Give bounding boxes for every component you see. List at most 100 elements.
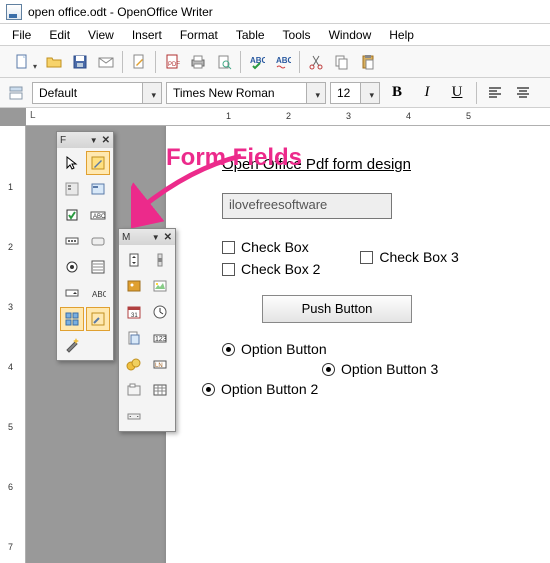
title-bar: open office.odt - OpenOffice Writer: [0, 0, 550, 24]
palette-close-icon[interactable]: ✕: [164, 232, 172, 243]
svg-text:ABC: ABC: [93, 214, 106, 220]
checkbox-icon: [360, 251, 373, 264]
align-left-button[interactable]: [483, 81, 507, 105]
form-checkbox-1[interactable]: Check Box: [222, 239, 320, 255]
image-button-icon[interactable]: [122, 274, 146, 298]
more-controls-icon[interactable]: [60, 307, 84, 331]
menu-edit[interactable]: Edit: [41, 26, 78, 44]
svg-text:ABC: ABC: [250, 56, 265, 65]
menu-tools[interactable]: Tools: [275, 26, 319, 44]
formatting-toolbar: Default▾ Times New Roman▾ 12▾ B I U: [0, 78, 550, 108]
more-controls-palette[interactable]: M ▼ ✕ 31 123 LN: [118, 228, 176, 432]
group-box-icon[interactable]: [122, 378, 146, 402]
styles-button[interactable]: [4, 81, 28, 105]
document-page[interactable]: Open Office Pdf form design ilovefreesof…: [166, 126, 550, 563]
font-size-combo[interactable]: 12▾: [330, 82, 380, 104]
palette-close-icon[interactable]: ✕: [102, 135, 110, 146]
combobox-tool-icon[interactable]: [60, 281, 84, 305]
pushbutton-tool-icon[interactable]: [86, 229, 110, 253]
export-pdf-button[interactable]: PDF: [160, 50, 184, 74]
annotation-label: Form Fields: [166, 144, 302, 172]
menu-table[interactable]: Table: [228, 26, 273, 44]
listbox-tool-icon[interactable]: [86, 255, 110, 279]
form-design-icon[interactable]: [86, 307, 110, 331]
bold-button[interactable]: B: [384, 81, 410, 105]
image-control-icon[interactable]: [148, 274, 172, 298]
palette-title: F: [60, 135, 90, 146]
form-radio-2[interactable]: Option Button 2: [202, 381, 550, 397]
italic-button[interactable]: I: [414, 81, 440, 105]
print-button[interactable]: [186, 50, 210, 74]
vertical-ruler[interactable]: 12 34 56 7: [0, 126, 26, 563]
spin-button-icon[interactable]: [122, 248, 146, 272]
svg-text:31: 31: [131, 313, 138, 319]
form-push-button[interactable]: Push Button: [262, 295, 412, 323]
window-title: open office.odt - OpenOffice Writer: [28, 5, 213, 19]
wizards-icon[interactable]: [60, 333, 84, 357]
auto-spellcheck-button[interactable]: ABC: [271, 50, 295, 74]
menu-bar: File Edit View Insert Format Table Tools…: [0, 24, 550, 46]
horizontal-ruler[interactable]: L 1 2 3 4 5: [26, 108, 550, 126]
palette-title: M: [122, 232, 152, 243]
standard-toolbar: PDF ABC ABC: [0, 46, 550, 78]
paragraph-style-combo[interactable]: Default▾: [32, 82, 162, 104]
option-button-tool-icon[interactable]: [60, 255, 84, 279]
form-radio-1[interactable]: Option Button: [222, 341, 550, 357]
save-button[interactable]: [68, 50, 92, 74]
menu-help[interactable]: Help: [381, 26, 422, 44]
palette-titlebar[interactable]: M ▼ ✕: [119, 229, 175, 245]
palette-dropdown-icon[interactable]: ▼: [152, 233, 160, 242]
open-button[interactable]: [42, 50, 66, 74]
file-selection-icon[interactable]: [122, 326, 146, 350]
date-field-icon[interactable]: 31: [122, 300, 146, 324]
form-text-box[interactable]: ilovefreesoftware: [222, 193, 392, 219]
cut-button[interactable]: [304, 50, 328, 74]
edit-file-button[interactable]: [127, 50, 151, 74]
spellcheck-button[interactable]: ABC: [245, 50, 269, 74]
form-checkbox-3[interactable]: Check Box 3: [360, 249, 458, 265]
table-control-icon[interactable]: [148, 378, 172, 402]
font-name-combo[interactable]: Times New Roman▾: [166, 82, 326, 104]
palette-dropdown-icon[interactable]: ▼: [90, 136, 98, 145]
svg-text:LN: LN: [155, 363, 163, 369]
new-button[interactable]: [4, 50, 40, 74]
pattern-field-icon[interactable]: LN: [148, 352, 172, 376]
menu-file[interactable]: File: [4, 26, 39, 44]
form-radio-3[interactable]: Option Button 3: [322, 361, 550, 377]
palette-titlebar[interactable]: F ▼ ✕: [57, 132, 113, 148]
time-field-icon[interactable]: [148, 300, 172, 324]
print-preview-button[interactable]: [212, 50, 236, 74]
checkbox-tool-icon[interactable]: [60, 203, 84, 227]
paste-button[interactable]: [356, 50, 380, 74]
scrollbar-icon[interactable]: [148, 248, 172, 272]
document-area: L 1 2 3 4 5 12 34 56 7 Form Fields Open …: [0, 108, 550, 563]
control-properties-icon[interactable]: [60, 177, 84, 201]
align-center-button[interactable]: [511, 81, 535, 105]
app-icon: [6, 4, 22, 20]
checkbox-icon: [222, 263, 235, 276]
currency-field-icon[interactable]: [122, 352, 146, 376]
menu-insert[interactable]: Insert: [124, 26, 170, 44]
menu-window[interactable]: Window: [321, 26, 380, 44]
form-properties-icon[interactable]: [86, 177, 110, 201]
radio-icon: [222, 343, 235, 356]
select-tool-icon[interactable]: [60, 151, 84, 175]
textbox-tool-icon[interactable]: ABC: [86, 203, 110, 227]
form-checkbox-2[interactable]: Check Box 2: [222, 261, 320, 277]
radio-icon: [322, 363, 335, 376]
numeric-field-icon[interactable]: 123: [148, 326, 172, 350]
label-tool-icon[interactable]: ABC: [86, 281, 110, 305]
formatted-field-icon[interactable]: [60, 229, 84, 253]
design-mode-icon[interactable]: [86, 151, 110, 175]
radio-icon: [202, 383, 215, 396]
email-button[interactable]: [94, 50, 118, 74]
menu-view[interactable]: View: [80, 26, 122, 44]
ruler-corner-label: L: [30, 110, 36, 121]
copy-button[interactable]: [330, 50, 354, 74]
navigation-bar-icon[interactable]: [122, 404, 146, 428]
form-controls-palette[interactable]: F ▼ ✕ ABC ABC: [56, 131, 114, 361]
underline-button[interactable]: U: [444, 81, 470, 105]
menu-format[interactable]: Format: [172, 26, 226, 44]
svg-text:ABC: ABC: [276, 56, 291, 65]
svg-text:123: 123: [155, 336, 167, 343]
